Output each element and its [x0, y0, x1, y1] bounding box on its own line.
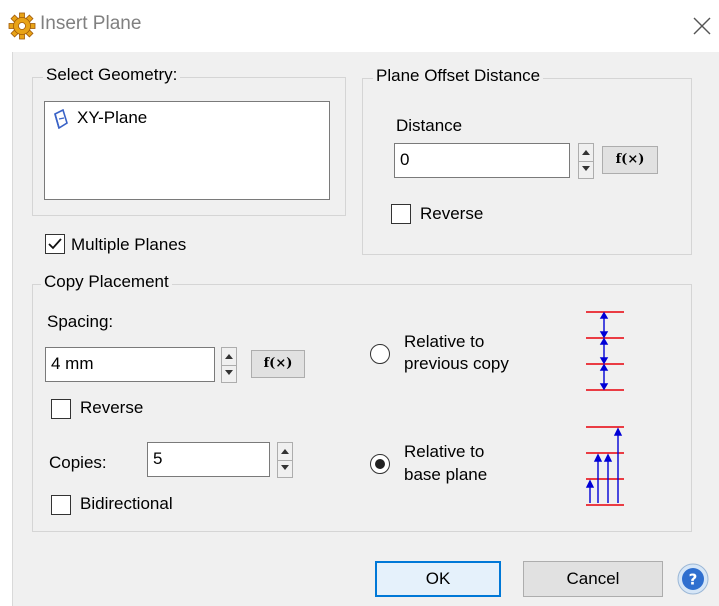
insert-plane-dialog: Insert Plane Select Geometry: XY-Plane P…: [0, 0, 719, 606]
spacing-label: Spacing:: [47, 312, 114, 331]
geometry-listbox[interactable]: XY-Plane: [44, 101, 330, 200]
arrow-up-icon: [582, 150, 590, 155]
spacing-input[interactable]: 4 mm: [45, 347, 215, 382]
previous-copy-diagram: [586, 311, 624, 391]
relative-previous-label-line1: Relative to: [404, 332, 485, 351]
arrow-up-icon: [281, 449, 289, 454]
copies-spinner[interactable]: [277, 442, 293, 478]
checkmark-icon: [48, 238, 62, 250]
spin-down-button[interactable]: [222, 365, 236, 382]
arrow-up-icon: [225, 354, 233, 359]
distance-label: Distance: [396, 116, 463, 135]
bidirectional-label: Bidirectional: [80, 494, 173, 513]
title-bar: Insert Plane: [0, 0, 719, 52]
plane-icon: [54, 109, 68, 129]
spin-down-button[interactable]: [278, 460, 292, 477]
distance-formula-button[interactable]: f(×): [602, 146, 658, 174]
spacing-spinner[interactable]: [221, 347, 237, 383]
distance-spinner[interactable]: [578, 143, 594, 179]
bidirectional-checkbox[interactable]: [51, 495, 71, 515]
placement-reverse-label: Reverse: [80, 398, 144, 417]
spin-up-button[interactable]: [278, 443, 292, 461]
arrow-down-icon: [582, 166, 590, 171]
close-icon[interactable]: [688, 12, 716, 40]
geometry-item-label: XY-Plane: [77, 108, 148, 127]
radio-selected-dot: [375, 459, 385, 469]
distance-input[interactable]: 0: [394, 143, 570, 178]
copies-label: Copies:: [49, 453, 107, 472]
spin-up-button[interactable]: [579, 144, 593, 162]
relative-base-label-line2: base plane: [404, 465, 488, 484]
arrow-down-icon: [281, 465, 289, 470]
copy-placement-legend: Copy Placement: [41, 272, 172, 292]
copies-input[interactable]: 5: [147, 442, 270, 477]
placement-reverse-checkbox[interactable]: [51, 399, 71, 419]
offset-reverse-checkbox[interactable]: [391, 204, 411, 224]
offset-reverse-label: Reverse: [420, 204, 484, 223]
base-plane-diagram: [585, 426, 624, 506]
spin-down-button[interactable]: [579, 161, 593, 178]
multiple-planes-checkbox[interactable]: [45, 234, 65, 254]
relative-base-radio[interactable]: [370, 454, 390, 474]
relative-previous-radio[interactable]: [370, 344, 390, 364]
arrow-down-icon: [225, 370, 233, 375]
ok-button[interactable]: OK: [375, 561, 501, 597]
list-item[interactable]: XY-Plane: [51, 108, 311, 130]
spin-up-button[interactable]: [222, 348, 236, 366]
cancel-button[interactable]: Cancel: [523, 561, 663, 597]
select-geometry-legend: Select Geometry:: [43, 65, 181, 85]
relative-base-label-line1: Relative to: [404, 442, 485, 461]
dialog-title: Insert Plane: [40, 13, 142, 34]
plane-offset-legend: Plane Offset Distance: [373, 66, 544, 86]
spacing-formula-button[interactable]: f(×): [251, 350, 305, 378]
window-edge: [0, 52, 13, 606]
gear-icon: [8, 12, 36, 40]
help-icon[interactable]: ?: [677, 563, 709, 595]
svg-text:?: ?: [689, 571, 698, 589]
multiple-planes-label: Multiple Planes: [71, 235, 187, 254]
relative-previous-label-line2: previous copy: [404, 354, 509, 373]
